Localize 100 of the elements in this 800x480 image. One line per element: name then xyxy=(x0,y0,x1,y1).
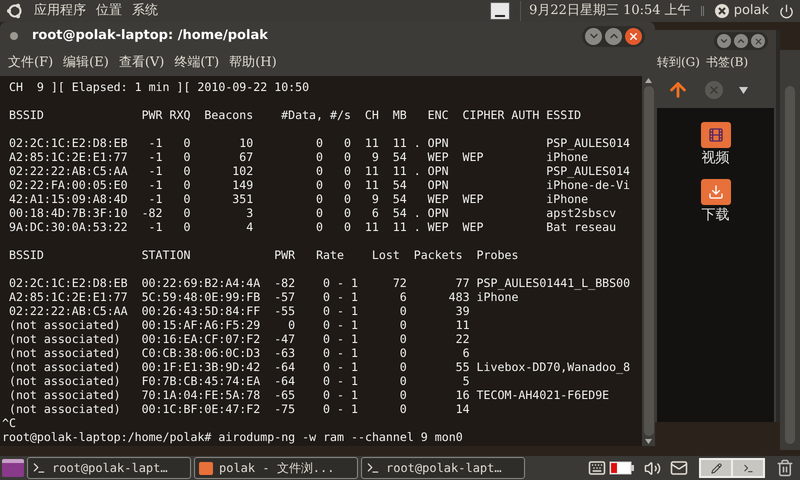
user-name[interactable]: polak xyxy=(734,1,769,21)
table-cell: 11 xyxy=(456,318,470,332)
table-cell: -63 xyxy=(274,346,296,360)
table-cell: (not associated) xyxy=(8,360,121,374)
table-cell: 0 xyxy=(316,192,324,206)
table-cell: 9 xyxy=(372,192,379,206)
table-cell: OPN xyxy=(428,178,449,192)
taskbar-button[interactable]: root@polak-lapt… xyxy=(361,457,525,479)
table-cell: 02:22:FA:00:05:E0 xyxy=(8,178,128,192)
panel-menu[interactable]: 系统 xyxy=(132,1,158,21)
table-cell: PSP_AULES014 xyxy=(546,164,630,178)
user-status-icon[interactable] xyxy=(714,3,730,19)
table-cell: 0 xyxy=(400,318,407,332)
table-cell: 11 xyxy=(364,164,379,178)
clock[interactable]: 9月22日星期三 10:54 上午 xyxy=(520,1,691,21)
show-desktop-icon[interactable] xyxy=(2,459,24,477)
scroll-up-icon[interactable] xyxy=(645,78,652,83)
minimize-button[interactable] xyxy=(717,34,731,48)
table-cell: OPN xyxy=(428,206,449,220)
table-cell: 0 - 1 xyxy=(323,360,358,374)
volume-icon[interactable] xyxy=(644,460,661,476)
table-cell: 02:22:22:AB:C5:AA xyxy=(8,304,128,318)
table-cell: PSP_AULES014 xyxy=(546,136,630,150)
folder-icon[interactable] xyxy=(700,122,730,148)
maximize-button[interactable] xyxy=(734,34,748,48)
table-cell: 0 - 1 xyxy=(323,318,358,332)
column-header: ESSID xyxy=(546,108,582,122)
folder-label[interactable]: 下载 xyxy=(702,205,730,226)
table-cell: -82 xyxy=(274,276,296,290)
column-header: #Data, xyxy=(281,108,324,122)
table-cell: 0 xyxy=(316,164,324,178)
table-cell: -1 xyxy=(148,136,163,150)
table-cell: 0 xyxy=(316,220,324,234)
table-cell: 0 xyxy=(316,178,324,192)
table-cell: 70:1A:04:FE:5A:78 xyxy=(142,388,260,402)
folder-label[interactable]: 视频 xyxy=(702,148,730,169)
table-cell: 0 xyxy=(344,136,351,150)
keyboard-icon[interactable] xyxy=(588,459,606,477)
menu-item[interactable]: 编辑(E) xyxy=(63,53,109,73)
menu-item[interactable]: 帮助(H) xyxy=(229,53,277,73)
table-cell: (not associated) xyxy=(8,388,121,402)
table-cell: -55 xyxy=(274,304,296,318)
dropdown-icon[interactable] xyxy=(739,86,748,94)
table-cell: 6 xyxy=(462,346,470,360)
menu-item[interactable]: 转到(G) xyxy=(657,53,700,71)
pencil-icon xyxy=(710,462,722,474)
taskbar-button[interactable]: root@polak-lapt… xyxy=(27,457,191,479)
workspace-switcher[interactable] xyxy=(699,458,765,478)
table-cell: 00:26:43:5D:84:FF xyxy=(142,304,260,318)
table-cell: 0 - 1 xyxy=(323,402,358,416)
up-arrow-icon[interactable] xyxy=(667,79,689,101)
mail-icon[interactable] xyxy=(670,459,688,477)
app-icon[interactable] xyxy=(490,2,510,20)
table-cell: 0 xyxy=(344,178,351,192)
table-cell: 00:16:EA:CF:07:F2 xyxy=(142,332,260,346)
column-header: #/s xyxy=(330,108,351,122)
table-cell: 14 xyxy=(456,402,470,416)
scrollbar[interactable] xyxy=(642,76,655,446)
table-cell: (not associated) xyxy=(8,346,121,360)
table-cell: WEP xyxy=(428,150,449,164)
close-button[interactable] xyxy=(625,28,642,44)
folder-icon[interactable] xyxy=(700,179,730,205)
menu-item[interactable]: 终端(T) xyxy=(174,53,220,73)
column-header: CH xyxy=(364,108,379,122)
panel-menu[interactable]: 应用程序 xyxy=(34,1,86,21)
column-header: Lost xyxy=(372,248,400,262)
close-icon xyxy=(754,36,762,46)
table-cell: 0 - 1 xyxy=(323,388,358,402)
panel-menu[interactable]: 位置 xyxy=(96,1,122,21)
table-cell: 0 xyxy=(344,150,351,164)
table-cell: 0 xyxy=(400,374,407,388)
table-cell: 0 xyxy=(183,220,190,234)
menu-item[interactable]: 查看(V) xyxy=(118,53,164,73)
chevron-down-icon xyxy=(719,36,729,46)
window-menu-icon[interactable] xyxy=(10,32,18,40)
battery-icon[interactable] xyxy=(609,461,635,475)
table-cell: iPhone xyxy=(476,290,518,304)
column-header: PWR xyxy=(274,248,296,262)
table-cell: 0 - 1 xyxy=(323,374,358,388)
menu-item[interactable]: 书签(B) xyxy=(706,53,748,71)
table-cell: PSP_AULES01441_L_BBS00 xyxy=(476,276,630,290)
scroll-down-icon[interactable] xyxy=(645,439,652,444)
table-cell: 149 xyxy=(232,178,254,192)
trash-icon[interactable] xyxy=(776,459,794,477)
taskbar-button[interactable]: polak - 文件浏... xyxy=(194,457,358,479)
minimize-button[interactable] xyxy=(585,28,602,44)
maximize-button[interactable] xyxy=(605,28,622,44)
table-cell: 55 xyxy=(456,360,470,374)
table-cell: 02:2C:1C:E2:D8:EB xyxy=(8,276,128,290)
table-cell: 483 xyxy=(448,290,470,304)
table-cell: 10 xyxy=(239,136,254,150)
terminal-icon xyxy=(742,462,754,474)
table-cell: 00:15:AF:A6:F5:29 xyxy=(142,318,260,332)
table-cell: 3 xyxy=(246,206,254,220)
menu-item[interactable]: 文件(F) xyxy=(8,53,54,73)
power-icon[interactable] xyxy=(779,4,794,18)
separator-icon xyxy=(700,6,704,16)
table-cell: TECOM-AH4021-F6ED9E xyxy=(476,388,610,402)
table-cell: 0 xyxy=(344,164,351,178)
table-cell: -64 xyxy=(274,374,296,388)
